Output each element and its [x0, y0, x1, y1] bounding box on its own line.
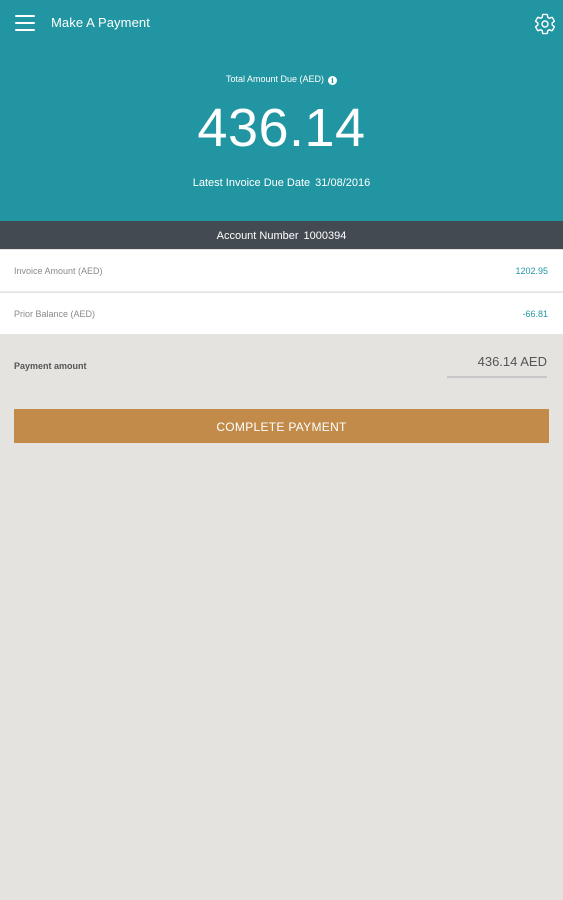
info-icon[interactable]: i: [328, 76, 338, 85]
invoice-amount-value: 1202.95: [515, 266, 548, 276]
due-date-row: Latest Invoice Due Date 31/08/2016: [0, 177, 563, 189]
account-number-bar: Account Number 1000394: [0, 221, 563, 249]
payment-amount-label: Payment amount: [14, 361, 87, 371]
hamburger-menu-icon[interactable]: [14, 12, 38, 34]
payment-amount-input[interactable]: 436.14 AED: [447, 352, 547, 378]
due-date-label: Latest Invoice Due Date: [192, 177, 311, 189]
page-title: Make A Payment: [51, 15, 150, 30]
prior-balance-value: -66.81: [522, 309, 548, 319]
invoice-amount-label: Invoice Amount (AED): [14, 266, 103, 276]
invoice-amount-row: Invoice Amount (AED) 1202.95: [0, 250, 563, 292]
total-amount-label: Total Amount Due (AED) i: [0, 74, 563, 85]
prior-balance-label: Prior Balance (AED): [14, 309, 96, 319]
prior-balance-row: Prior Balance (AED) -66.81: [0, 293, 563, 334]
account-number-label: Account Number: [216, 230, 299, 242]
account-number-value: 1000394: [303, 230, 347, 242]
gear-icon[interactable]: [533, 12, 557, 36]
header: Make A Payment Total Amount Due (AED) i 4…: [0, 0, 563, 221]
total-amount-value: 436.14: [197, 98, 366, 158]
due-date-value: 31/08/2016: [315, 177, 371, 189]
payment-amount-value: 436.14 AED: [477, 354, 547, 369]
total-amount-label-text: Total Amount Due (AED): [225, 74, 325, 84]
complete-payment-button[interactable]: COMPLETE PAYMENT: [14, 409, 549, 443]
